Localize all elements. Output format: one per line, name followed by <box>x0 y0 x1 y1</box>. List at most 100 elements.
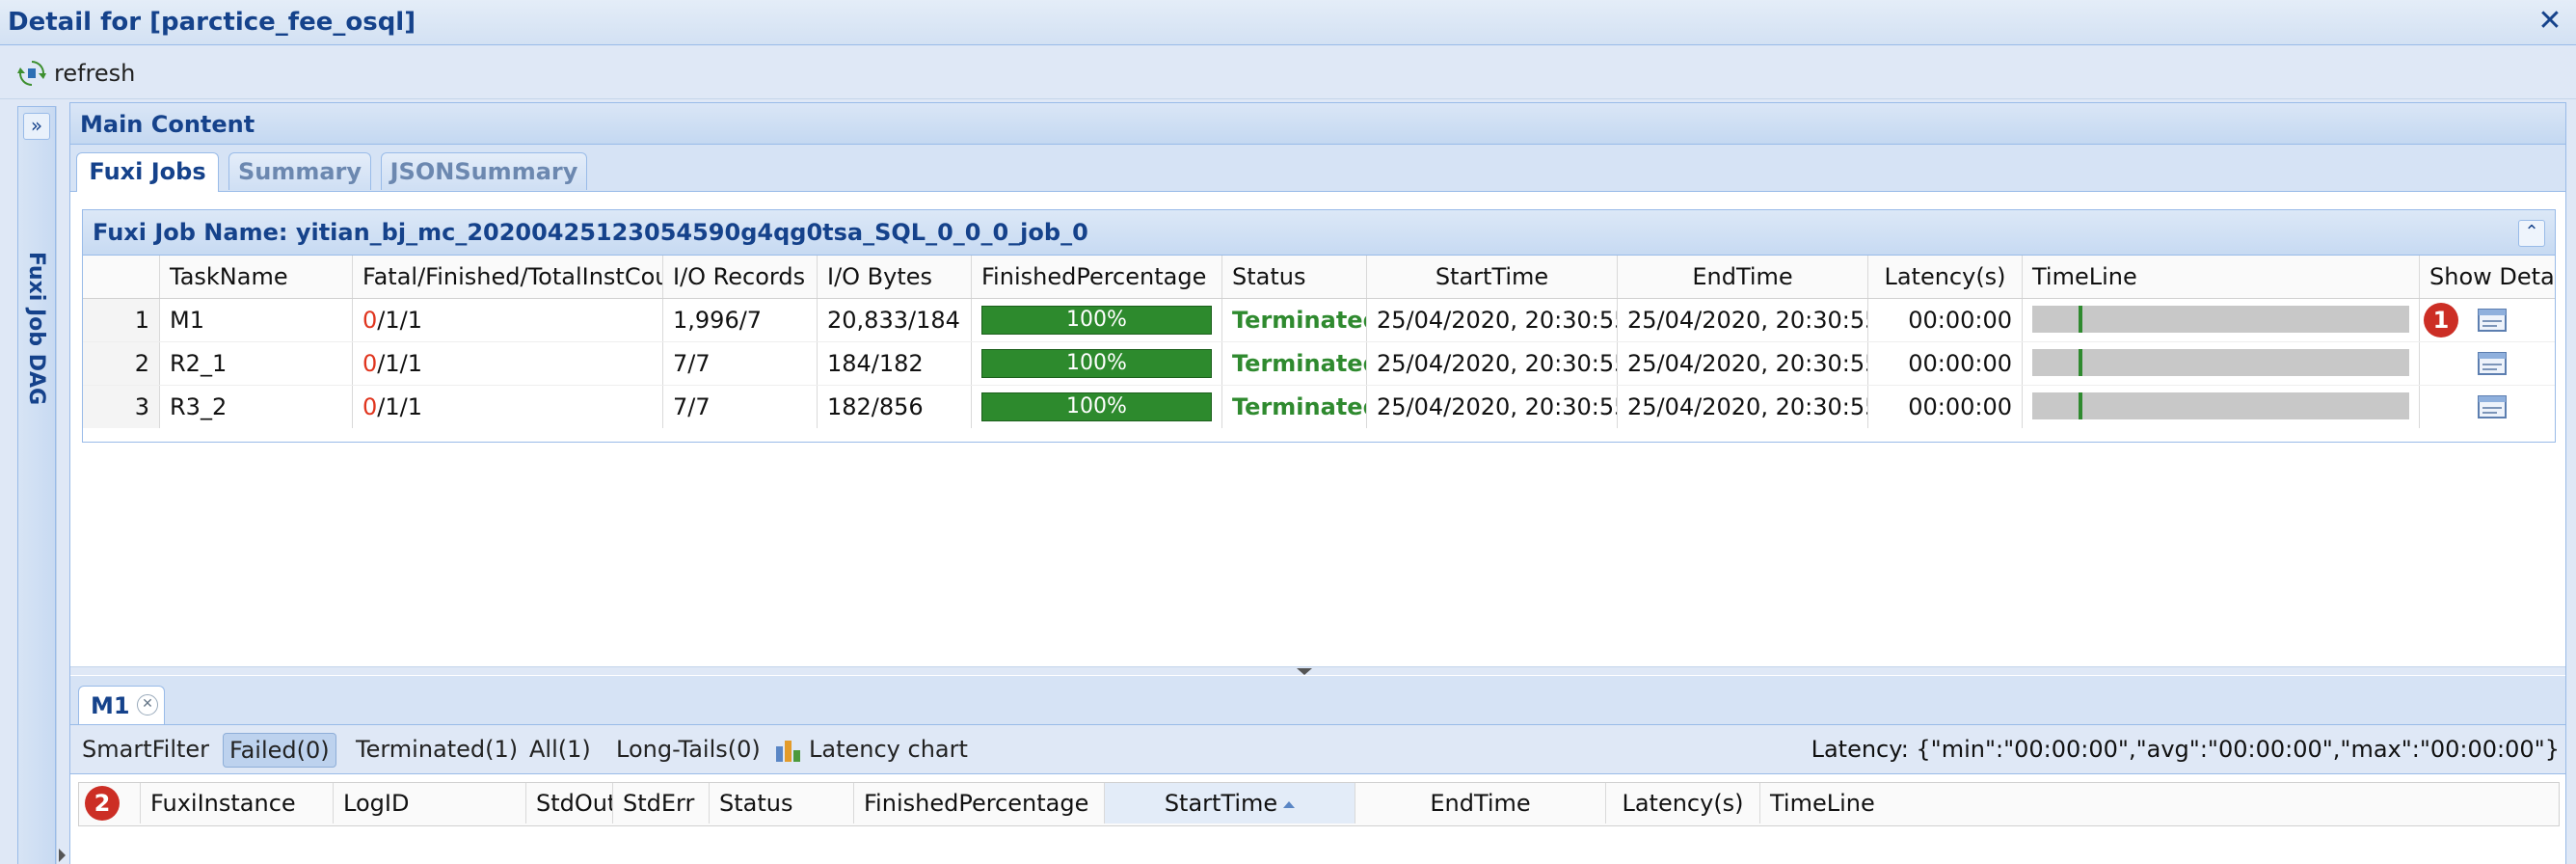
col-status[interactable]: Status <box>710 783 854 824</box>
toolbar: refresh <box>0 46 2576 99</box>
status-text: Terminated <box>1222 299 1367 341</box>
refresh-button[interactable]: refresh <box>17 58 135 89</box>
finished-percentage: 100% <box>972 386 1222 428</box>
col-rownum <box>83 256 160 298</box>
row-number: 2 <box>83 342 160 385</box>
finished-percentage: 100% <box>972 299 1222 341</box>
close-icon[interactable]: ✕ <box>2536 7 2564 37</box>
horizontal-splitter[interactable] <box>70 666 2565 675</box>
main-tabs: Fuxi Jobs Summary JSONSummary <box>70 145 2565 192</box>
annotation-badge-1: 1 <box>2424 303 2458 338</box>
fatal-count: 0 <box>362 393 378 420</box>
grid-header: TaskName Fatal/Finished/TotalInstCount I… <box>83 256 2555 299</box>
window-title: Detail for [parctice_fee_osql] <box>8 8 416 37</box>
tab-jsonsummary[interactable]: JSONSummary <box>381 152 587 190</box>
tab-fuxi-jobs[interactable]: Fuxi Jobs <box>76 152 219 192</box>
expand-panel-icon[interactable]: » <box>23 113 50 140</box>
timeline <box>2023 342 2420 385</box>
col-starttime-sorted[interactable]: StartTime <box>1105 783 1355 824</box>
latency: 00:00:00 <box>1868 299 2023 341</box>
progress-bar: 100% <box>981 349 1212 378</box>
timeline <box>2023 386 2420 428</box>
terminated-filter-button[interactable]: Terminated(1) <box>350 733 523 766</box>
col-status[interactable]: Status <box>1222 256 1367 298</box>
col-starttime[interactable]: StartTime <box>1367 256 1618 298</box>
col-endtime[interactable]: EndTime <box>1355 783 1606 824</box>
refresh-icon <box>17 61 46 86</box>
latency: 00:00:00 <box>1868 386 2023 428</box>
all-filter-button[interactable]: All(1) <box>523 733 597 766</box>
collapse-arrow-icon[interactable] <box>59 849 66 862</box>
io-records: 1,996/7 <box>663 299 818 341</box>
refresh-label: refresh <box>54 60 136 87</box>
col-show-detail[interactable]: Show Detail <box>2420 256 2555 298</box>
col-endtime[interactable]: EndTime <box>1618 256 1868 298</box>
table-row[interactable]: 3 R3_2 0/1/1 7/7 182/856 100% Terminated… <box>83 386 2555 428</box>
io-records: 7/7 <box>663 386 818 428</box>
fuxi-job-dag-panel: » Fuxi Job DAG <box>17 106 56 864</box>
end-time: 25/04/2020, 20:30:55 <box>1618 299 1868 341</box>
col-timeline[interactable]: TimeLine <box>2023 256 2420 298</box>
latency: 00:00:00 <box>1868 342 2023 385</box>
collapse-up-icon[interactable]: ⌃ <box>2518 220 2545 247</box>
progress-bar: 100% <box>981 392 1212 421</box>
col-stderr[interactable]: StdErr <box>613 783 710 824</box>
col-io-bytes[interactable]: I/O Bytes <box>818 256 972 298</box>
start-time: 25/04/2020, 20:30:55 <box>1367 299 1618 341</box>
col-finished-percentage[interactable]: FinishedPercentage <box>972 256 1222 298</box>
row-number: 3 <box>83 386 160 428</box>
show-detail-icon[interactable] <box>2478 393 2507 420</box>
fuxi-job-panel: Fuxi Job Name: yitian_bj_mc_202004251230… <box>82 209 2556 443</box>
status-text: Terminated <box>1222 342 1367 385</box>
fuxi-job-dag-label[interactable]: Fuxi Job DAG <box>24 252 48 405</box>
col-fatal[interactable]: Fatal/Finished/TotalInstCount <box>353 256 663 298</box>
col-stdout[interactable]: StdOut <box>526 783 613 824</box>
tab-m1-label: M1 <box>91 692 130 719</box>
timeline-bar <box>2032 306 2409 333</box>
window-titlebar: Detail for [parctice_fee_osql] ✕ <box>0 0 2576 45</box>
fatal-count: 0 <box>362 307 378 334</box>
long-tails-filter-button[interactable]: Long-Tails(0) <box>610 733 766 766</box>
task-name: M1 <box>160 299 353 341</box>
col-io-records[interactable]: I/O Records <box>663 256 818 298</box>
io-bytes: 184/182 <box>818 342 972 385</box>
detail-window: Detail for [parctice_fee_osql] ✕ refresh… <box>0 0 2576 864</box>
end-time: 25/04/2020, 20:30:55 <box>1618 386 1868 428</box>
table-row[interactable]: 2 R2_1 0/1/1 7/7 184/182 100% Terminated… <box>83 342 2555 386</box>
vertical-splitter[interactable] <box>56 106 68 864</box>
main-content-header: Main Content <box>70 103 2565 145</box>
finished-total: /1/1 <box>377 393 422 420</box>
tab-m1[interactable]: M1 ✕ <box>78 686 165 724</box>
col-taskname[interactable]: TaskName <box>160 256 353 298</box>
col-fuxiinstance[interactable]: FuxiInstance <box>141 783 334 824</box>
end-time: 25/04/2020, 20:30:55 <box>1618 342 1868 385</box>
show-detail-cell <box>2420 386 2555 428</box>
latency-chart-button[interactable]: Latency chart <box>768 733 974 766</box>
fuxi-job-name: Fuxi Job Name: yitian_bj_mc_202004251230… <box>93 219 1088 246</box>
close-tab-icon[interactable]: ✕ <box>137 694 158 716</box>
fatal-count: 0 <box>362 350 378 377</box>
failed-filter-button[interactable]: Failed(0) <box>223 733 336 768</box>
timeline-marker <box>2079 306 2082 333</box>
show-detail-icon[interactable] <box>2478 307 2507 334</box>
smartfilter-button[interactable]: SmartFilter <box>76 733 215 766</box>
inst-count: 0/1/1 <box>353 342 663 385</box>
col-latency[interactable]: Latency(s) <box>1868 256 2023 298</box>
col-timeline[interactable]: TimeLine <box>1760 783 2557 824</box>
io-records: 7/7 <box>663 342 818 385</box>
start-time: 25/04/2020, 20:30:55 <box>1367 386 1618 428</box>
tab-summary[interactable]: Summary <box>228 152 371 190</box>
col-latency[interactable]: Latency(s) <box>1606 783 1760 824</box>
main-content-panel: Main Content Fuxi Jobs Summary JSONSumma… <box>69 102 2566 864</box>
show-detail-cell: 1 <box>2420 299 2555 341</box>
finished-total: /1/1 <box>377 307 422 334</box>
timeline-marker <box>2079 349 2082 376</box>
col-logid[interactable]: LogID <box>334 783 526 824</box>
col-finished-percentage[interactable]: FinishedPercentage <box>854 783 1105 824</box>
timeline <box>2023 299 2420 341</box>
show-detail-icon[interactable] <box>2478 350 2507 377</box>
fuxi-job-header: Fuxi Job Name: yitian_bj_mc_202004251230… <box>83 210 2555 256</box>
splitter-arrow-icon[interactable] <box>1297 668 1312 675</box>
progress-bar: 100% <box>981 306 1212 335</box>
table-row[interactable]: 1 M1 0/1/1 1,996/7 20,833/184 100% Termi… <box>83 299 2555 342</box>
